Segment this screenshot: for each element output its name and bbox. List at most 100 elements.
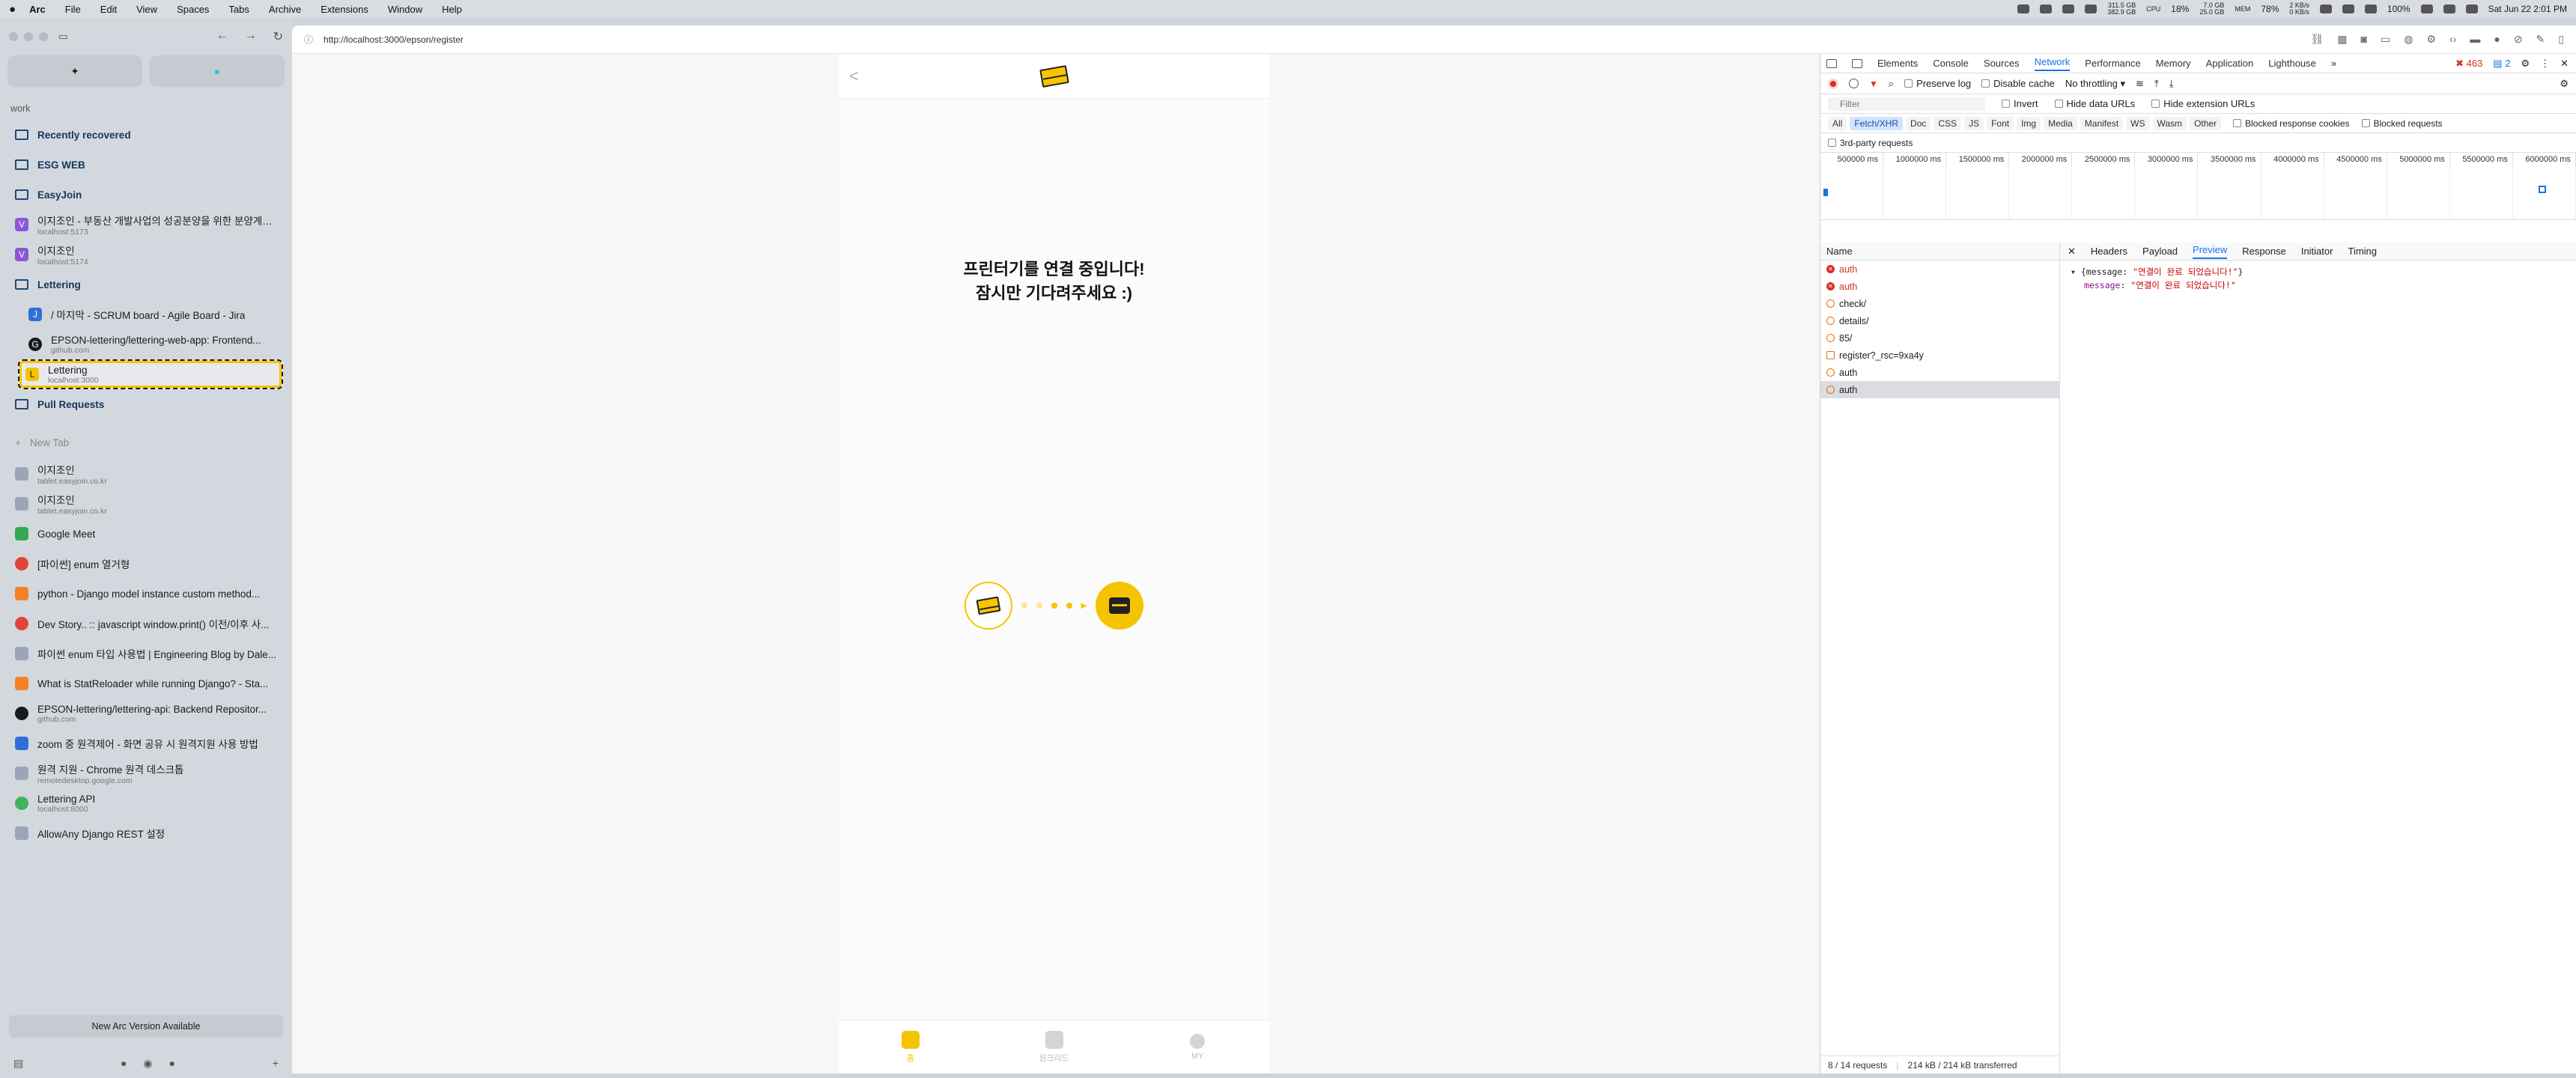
menu-file[interactable]: File: [65, 4, 81, 15]
devtools-tab-network[interactable]: Network: [2034, 56, 2071, 71]
search-icon[interactable]: ⌕: [1889, 78, 1894, 90]
network-conditions-icon[interactable]: ≋: [2136, 78, 2144, 90]
filter-funnel-icon[interactable]: ▼: [1869, 79, 1878, 89]
request-row-selected[interactable]: auth: [1820, 381, 2059, 398]
media-icon[interactable]: ▬: [2470, 33, 2480, 46]
request-row[interactable]: ✕ auth: [1820, 278, 2059, 295]
type-filter-manifest[interactable]: Manifest: [2080, 116, 2124, 130]
mem-percent[interactable]: 78%: [2261, 4, 2279, 14]
type-filter-wasm[interactable]: Wasm: [2152, 116, 2187, 130]
devtools-tab-console[interactable]: Console: [1933, 58, 1969, 69]
folder-esg-web[interactable]: ESG WEB: [9, 150, 283, 180]
devtools-icon[interactable]: ⚙: [2426, 33, 2436, 46]
tab-item[interactable]: What is StatReloader while running Djang…: [9, 669, 283, 698]
tab-item[interactable]: AllowAny Django REST 설정: [9, 818, 283, 848]
favorite-tab-1[interactable]: ✦: [7, 55, 142, 87]
disable-cache-checkbox[interactable]: Disable cache: [1981, 78, 2055, 89]
forward-icon[interactable]: →: [245, 29, 257, 44]
network-settings-icon[interactable]: ⚙: [2560, 78, 2569, 90]
more-tabs-icon[interactable]: »: [2331, 58, 2336, 69]
battery-icon[interactable]: [2420, 4, 2433, 13]
menu-tabs[interactable]: Tabs: [228, 4, 249, 15]
detail-tab-timing[interactable]: Timing: [2348, 246, 2377, 257]
zoom-window-button[interactable]: [39, 32, 48, 41]
export-har-icon[interactable]: ⤓: [2169, 78, 2174, 90]
blocked-requests-checkbox[interactable]: Blocked requests: [2361, 118, 2443, 129]
back-icon[interactable]: ←: [216, 29, 228, 44]
space-dot-icon[interactable]: ◉: [143, 1057, 152, 1070]
column-header-name[interactable]: Name: [1820, 243, 2059, 261]
tab-item[interactable]: Dev Story.. :: javascript window.print()…: [9, 609, 283, 639]
request-row[interactable]: check/: [1820, 295, 2059, 312]
tab-item[interactable]: Google Meet: [9, 519, 283, 549]
close-window-button[interactable]: [9, 32, 18, 41]
tab-item[interactable]: 이지조인 tablet.easyjoin.co.kr: [9, 459, 283, 489]
close-devtools-icon[interactable]: ✕: [2560, 58, 2569, 70]
request-row[interactable]: ✕ auth: [1820, 261, 2059, 278]
detail-tab-headers[interactable]: Headers: [2091, 246, 2127, 257]
status-app-icon[interactable]: [2085, 4, 2097, 13]
request-row[interactable]: auth: [1820, 364, 2059, 381]
devtools-tab-lighthouse[interactable]: Lighthouse: [2268, 58, 2316, 69]
favorite-tab-2[interactable]: ●: [150, 55, 285, 87]
sidebar-toggle-icon[interactable]: ▭: [58, 31, 68, 43]
type-filter-other[interactable]: Other: [2190, 116, 2222, 130]
preserve-log-checkbox[interactable]: Preserve log: [1904, 78, 1971, 89]
network-overview-timeline[interactable]: 500000 ms 1000000 ms 1500000 ms 2000000 …: [1820, 153, 2576, 220]
record-button[interactable]: [1828, 78, 1838, 89]
tab-item[interactable]: Lettering API localhost:8000: [9, 788, 283, 818]
clock[interactable]: Sat Jun 22 2:01 PM: [2488, 4, 2567, 14]
folder-lettering[interactable]: Lettering: [9, 270, 283, 299]
menu-archive[interactable]: Archive: [269, 4, 301, 15]
tab-my[interactable]: MY: [1126, 1020, 1269, 1074]
tab-lettering-active[interactable]: L Lettering localhost:3000: [18, 359, 283, 389]
tab-item[interactable]: 이지조인 tablet.easyjoin.co.kr: [9, 489, 283, 519]
type-filter-ws[interactable]: WS: [2126, 116, 2150, 130]
tab-item[interactable]: python - Django model instance custom me…: [9, 579, 283, 609]
devtools-tab-elements[interactable]: Elements: [1877, 58, 1918, 69]
library-icon[interactable]: ▤: [13, 1057, 23, 1070]
code-icon[interactable]: ‹›: [2449, 33, 2456, 46]
bluetooth-icon[interactable]: [2319, 4, 2332, 13]
folder-recently-recovered[interactable]: Recently recovered: [9, 120, 283, 150]
site-info-icon[interactable]: ⓘ: [304, 33, 313, 46]
tab-easyjoin-5173[interactable]: V 이지조인 - 부동산 개발사업의 성공분양을 위한 분양계약... local…: [9, 210, 283, 240]
menu-extensions[interactable]: Extensions: [321, 4, 368, 15]
type-filter-all[interactable]: All: [1828, 116, 1847, 130]
kebab-menu-icon[interactable]: ⋮: [2540, 58, 2550, 70]
space-dot-icon[interactable]: ●: [169, 1057, 175, 1070]
new-space-plus-icon[interactable]: +: [273, 1057, 279, 1069]
url-text[interactable]: http://localhost:3000/epson/register: [323, 34, 464, 45]
globe-icon[interactable]: ◍: [2404, 33, 2413, 46]
throttling-select[interactable]: No throttling ▾: [2065, 78, 2125, 90]
space-dot-icon[interactable]: ●: [121, 1057, 127, 1070]
tab-item[interactable]: 원격 지원 - Chrome 원격 데스크톱 remotedesktop.goog…: [9, 758, 283, 788]
devtools-tab-memory[interactable]: Memory: [2156, 58, 2191, 69]
detail-tab-preview[interactable]: Preview: [2193, 244, 2228, 259]
network-stat[interactable]: 2 KB/s 0 KB/s: [2289, 2, 2309, 16]
update-available-button[interactable]: New Arc Version Available: [9, 1015, 283, 1038]
type-filter-font[interactable]: Font: [1987, 116, 2014, 130]
clear-button[interactable]: [1849, 79, 1859, 88]
minimize-window-button[interactable]: [24, 32, 33, 41]
record-icon[interactable]: ●: [2494, 33, 2500, 46]
menu-arc[interactable]: Arc: [29, 4, 46, 15]
menu-view[interactable]: View: [136, 4, 157, 15]
type-filter-doc[interactable]: Doc: [1906, 116, 1931, 130]
battery-percent[interactable]: 100%: [2387, 4, 2411, 14]
spotlight-icon[interactable]: [2465, 4, 2478, 13]
volume-icon[interactable]: [2342, 4, 2354, 13]
devtools-tab-sources[interactable]: Sources: [1984, 58, 2020, 69]
request-row[interactable]: 85/: [1820, 329, 2059, 347]
json-preview[interactable]: ▾ {message: "연결이 완료 되었습니다!"} message: "연…: [2060, 261, 2576, 296]
status-app-icon[interactable]: [2040, 4, 2053, 13]
wifi-icon[interactable]: [2443, 4, 2455, 13]
settings-gear-icon[interactable]: ⚙: [2521, 58, 2530, 70]
devtools-tab-application[interactable]: Application: [2206, 58, 2254, 69]
third-party-checkbox[interactable]: 3rd-party requests: [1828, 138, 1913, 148]
json-summary-line[interactable]: ▾ {message: "연결이 완료 되었습니다!"}: [2071, 265, 2566, 278]
type-filter-js[interactable]: JS: [1964, 116, 1984, 130]
type-filter-img[interactable]: Img: [2017, 116, 2041, 130]
type-filter-fetch-xhr[interactable]: Fetch/XHR: [1850, 116, 1904, 130]
new-tab-button[interactable]: + New Tab: [9, 433, 283, 453]
